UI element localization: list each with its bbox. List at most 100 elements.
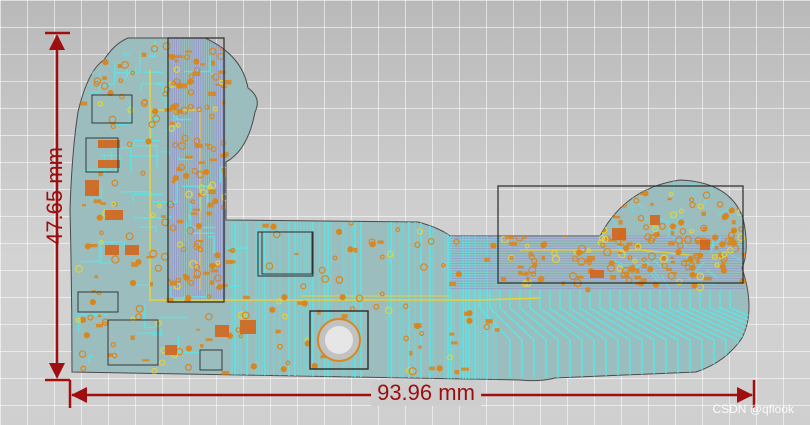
- via: [183, 172, 190, 179]
- smd-pad: [198, 161, 206, 164]
- smd-pad: [173, 103, 179, 108]
- smd-pad: [189, 79, 194, 84]
- smd-pad: [700, 237, 707, 241]
- smd-pad: [518, 270, 523, 275]
- smd-pad: [125, 245, 139, 255]
- smd-pad: [454, 369, 460, 375]
- smd-pad: [275, 329, 281, 334]
- watermark: CSDN @qflook: [712, 402, 794, 416]
- smd-pad: [614, 215, 621, 219]
- smd-pad: [218, 70, 227, 74]
- via: [195, 223, 203, 230]
- via: [102, 59, 109, 66]
- smd-pad: [105, 210, 123, 220]
- via: [172, 174, 179, 182]
- arrowhead-icon: [737, 387, 753, 403]
- smd-pad: [610, 274, 617, 280]
- smd-pad: [78, 76, 87, 82]
- via: [185, 294, 192, 301]
- via: [455, 271, 462, 278]
- arrowhead-icon: [49, 34, 65, 50]
- smd-pad: [418, 345, 422, 349]
- smd-pad: [667, 197, 672, 201]
- via: [135, 258, 142, 266]
- smd-pad: [196, 328, 200, 331]
- via: [83, 51, 92, 60]
- smd-pad: [628, 266, 635, 272]
- smd-pad: [181, 83, 188, 89]
- smd-pad: [205, 143, 210, 146]
- via: [129, 279, 137, 287]
- via: [185, 345, 193, 352]
- smd-pad: [182, 273, 187, 278]
- via: [145, 138, 152, 145]
- via: [538, 224, 546, 232]
- via: [339, 294, 346, 301]
- smd-pad: [650, 215, 660, 225]
- via: [347, 246, 354, 253]
- smd-pad: [650, 202, 654, 206]
- smd-pad: [670, 256, 674, 260]
- smd-pad: [224, 79, 232, 85]
- smd-pad: [170, 280, 177, 286]
- smd-pad: [576, 275, 584, 279]
- via: [436, 365, 443, 372]
- smd-pad: [494, 328, 500, 332]
- smd-pad: [215, 325, 229, 337]
- height-dimension-label: 47.65 mm: [42, 147, 67, 245]
- via: [79, 316, 87, 323]
- smd-pad: [641, 263, 647, 269]
- smd-pad: [526, 276, 530, 281]
- pcb-board-view[interactable]: [0, 0, 810, 425]
- smd-pad: [638, 188, 643, 192]
- smd-pad: [668, 241, 675, 246]
- via: [466, 317, 473, 324]
- smd-pad: [670, 261, 676, 264]
- via: [96, 214, 103, 221]
- smd-pad: [200, 344, 204, 348]
- smd-pad: [205, 338, 213, 342]
- smd-pad: [210, 280, 215, 285]
- via: [269, 306, 276, 313]
- via: [169, 53, 176, 61]
- via: [270, 223, 277, 230]
- smd-pad: [203, 271, 210, 275]
- smd-pad: [449, 332, 455, 336]
- smd-pad: [429, 366, 435, 371]
- smd-pad: [414, 323, 422, 328]
- smd-pad: [200, 63, 205, 66]
- smd-pad: [190, 212, 198, 215]
- via: [281, 294, 288, 301]
- smd-pad: [618, 220, 623, 225]
- smd-pad: [634, 275, 642, 280]
- via: [505, 227, 512, 234]
- smd-pad: [210, 269, 219, 273]
- via: [576, 249, 583, 256]
- via: [490, 242, 497, 249]
- smd-pad: [585, 258, 592, 263]
- via: [691, 282, 698, 289]
- smd-pad: [617, 243, 624, 246]
- smd-pad: [297, 301, 304, 305]
- smd-pad: [80, 101, 88, 106]
- via: [720, 267, 727, 274]
- smd-pad: [590, 270, 604, 278]
- smd-pad: [185, 50, 192, 53]
- smd-pad: [192, 208, 200, 211]
- smd-pad: [541, 255, 546, 261]
- via: [678, 219, 685, 226]
- via: [89, 298, 96, 306]
- smd-pad: [450, 341, 458, 345]
- via: [84, 243, 92, 250]
- smd-pad: [505, 234, 514, 240]
- via: [647, 266, 654, 273]
- smd-pad: [661, 256, 666, 261]
- smd-pad: [240, 320, 256, 334]
- pcb-viewport[interactable]: 47.65 mm 93.96 mm CSDN @qflook: [0, 0, 810, 425]
- via: [619, 197, 625, 203]
- smd-pad: [666, 267, 672, 271]
- smd-pad: [683, 259, 689, 262]
- via: [152, 108, 159, 115]
- via: [209, 262, 216, 270]
- smd-pad: [105, 245, 119, 255]
